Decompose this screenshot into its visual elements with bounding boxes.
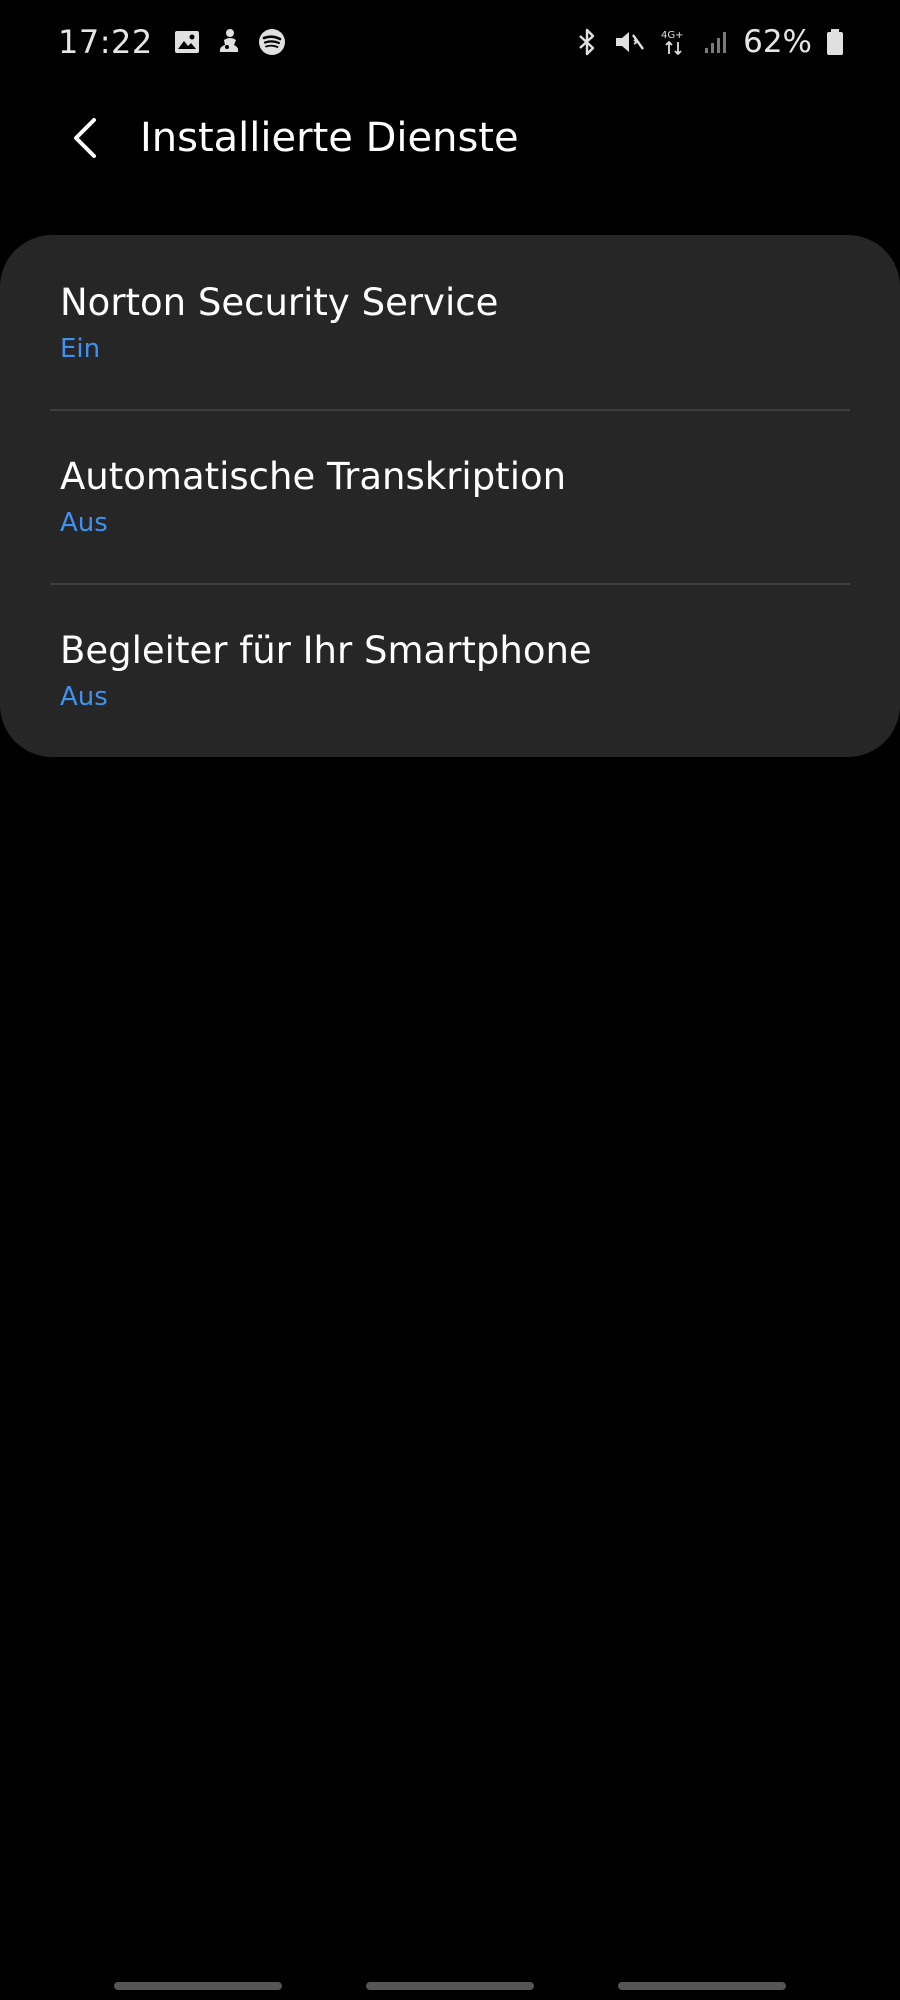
gallery-icon (173, 28, 201, 56)
nav-recents-handle[interactable] (114, 1982, 282, 1990)
nav-back-handle[interactable] (618, 1982, 786, 1990)
service-item-norton-security[interactable]: Norton Security Service Ein (0, 235, 900, 409)
assistant-icon (215, 27, 243, 57)
back-arrow-icon (74, 118, 96, 158)
service-title: Automatische Transkription (60, 455, 567, 498)
service-status: Aus (60, 682, 108, 712)
status-left: 17:22 (58, 18, 287, 66)
nav-home-handle[interactable] (366, 1982, 534, 1990)
status-right: 4G+ 62% (575, 18, 844, 66)
bluetooth-icon (575, 27, 599, 57)
service-item-automatische-transkription[interactable]: Automatische Transkription Aus (0, 409, 900, 583)
signal-icon (703, 29, 729, 55)
status-bar: 17:22 4G+ 62% (0, 0, 900, 84)
back-button[interactable] (56, 108, 116, 168)
services-list-card: Norton Security Service Ein Automatische… (0, 235, 900, 757)
service-status: Aus (60, 508, 108, 538)
navigation-bar (0, 1962, 900, 2000)
service-item-smartphone-companion[interactable]: Begleiter für Ihr Smartphone Aus (0, 583, 900, 757)
status-time: 17:22 (58, 23, 153, 61)
network-4g-icon: 4G+ (659, 27, 689, 57)
service-title: Begleiter für Ihr Smartphone (60, 629, 592, 672)
spotify-icon (257, 27, 287, 57)
service-status: Ein (60, 334, 101, 364)
battery-percent: 62% (743, 24, 812, 60)
page-title: Installierte Dienste (140, 115, 519, 161)
app-header: Installierte Dienste (0, 100, 900, 176)
battery-icon (826, 27, 844, 57)
vibrate-mute-icon (613, 27, 645, 57)
network-label: 4G+ (661, 30, 684, 41)
service-title: Norton Security Service (60, 281, 499, 324)
